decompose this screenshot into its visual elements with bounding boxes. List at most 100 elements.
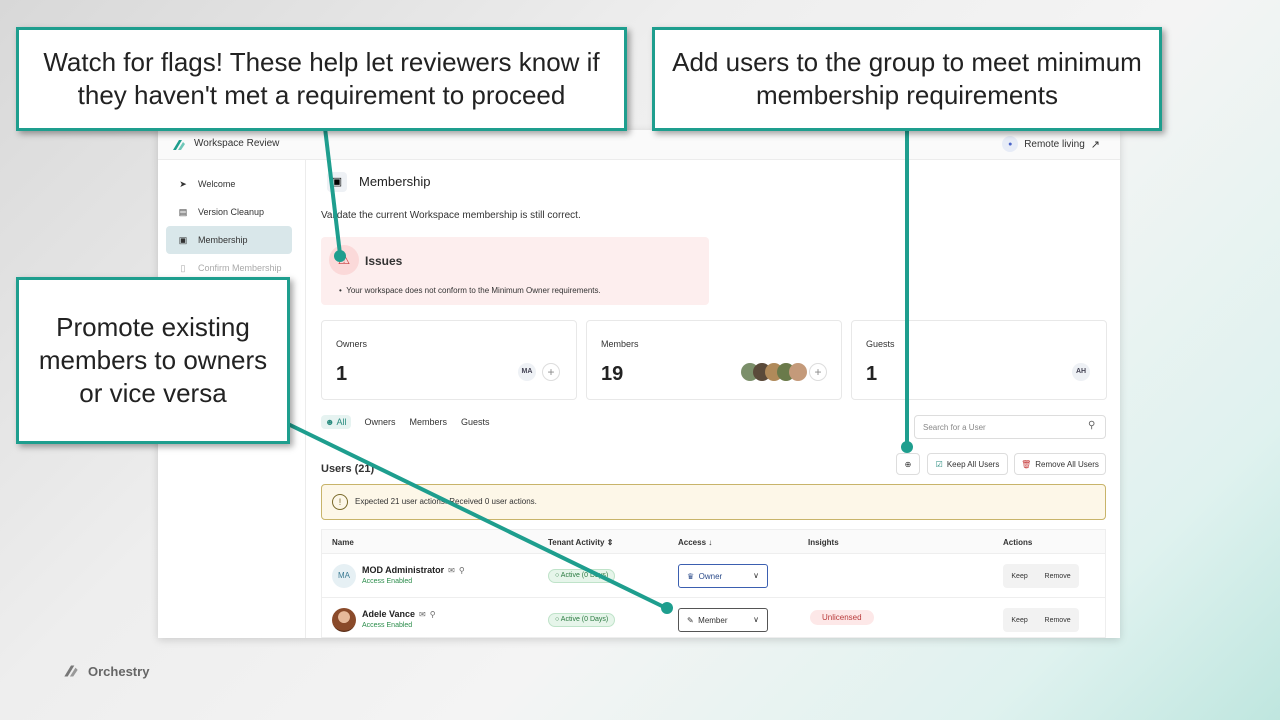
- page-title: Membership: [359, 174, 431, 189]
- crown-icon: ♛: [687, 572, 695, 581]
- workspace-link[interactable]: ● Remote living ↗: [1002, 136, 1100, 152]
- guests-label: Guests: [866, 339, 895, 349]
- search-input[interactable]: Search for a User: [914, 415, 1106, 439]
- filter-all[interactable]: ☻ All: [321, 415, 351, 429]
- keep-button[interactable]: Keep: [1011, 617, 1027, 624]
- keep-all-label: Keep All Users: [946, 459, 1000, 469]
- keep-all-users-button[interactable]: ☑ Keep All Users: [927, 453, 1008, 475]
- access-value: Member: [698, 616, 728, 625]
- column-label: Tenant Activity: [548, 538, 605, 547]
- table-row: Adele Vance ✉ ⚲ Access Enabled ○ Active (0…: [322, 598, 1105, 638]
- activity-text: Active (0 Days): [560, 616, 609, 623]
- app-title: Workspace Review: [194, 138, 280, 149]
- table-header: Name Tenant Activity ⇕ Access ↓ Insights…: [322, 530, 1105, 554]
- chat-icon[interactable]: ⚲: [459, 566, 465, 575]
- warning-text: Expected 21 user actions. Received 0 use…: [355, 497, 537, 506]
- plus-circle-icon: ⊕: [904, 459, 912, 469]
- issue-item-text: Your workspace does not conform to the M…: [346, 286, 601, 295]
- avatar: AH: [1072, 363, 1090, 381]
- column-access[interactable]: Access ↓: [678, 538, 712, 547]
- sidebar-item-label: Welcome: [198, 179, 236, 189]
- avatar: MA: [332, 564, 356, 588]
- users-title: Users (21): [321, 463, 375, 475]
- members-card: Members 19 +: [586, 320, 842, 400]
- person-card-icon: ▣: [327, 172, 347, 192]
- search-icon: ⚲: [1088, 420, 1096, 431]
- activity-text: Active (0 Days): [560, 572, 609, 579]
- table-row: MA MOD Administrator ✉ ⚲ Access Enabled ○ …: [322, 554, 1105, 598]
- remove-button[interactable]: Remove: [1045, 573, 1071, 580]
- owners-count: 1: [336, 363, 348, 385]
- workspace-name: Remote living: [1024, 138, 1085, 150]
- remove-button[interactable]: Remove: [1045, 617, 1071, 624]
- add-member-button[interactable]: +: [809, 363, 827, 381]
- chat-icon[interactable]: ⚲: [430, 610, 436, 619]
- members-label: Members: [601, 339, 639, 349]
- person-card-icon: ▣: [178, 235, 188, 245]
- sidebar-item-label: Membership: [198, 235, 248, 245]
- sidebar-item-version-cleanup[interactable]: ▤ Version Cleanup: [166, 198, 292, 226]
- document-icon: ▤: [178, 207, 188, 217]
- guests-card: Guests 1 AH: [851, 320, 1107, 400]
- chevron-down-icon: ∨: [753, 615, 759, 624]
- owners-label: Owners: [336, 339, 368, 349]
- filter-owners[interactable]: Owners: [365, 417, 396, 429]
- user-name: MOD Administrator ✉ ⚲: [362, 565, 465, 575]
- members-count: 19: [601, 363, 624, 385]
- workspace-review-app: Workspace Review ● Remote living ↗ ➤ Wel…: [158, 130, 1120, 638]
- callout-flags: Watch for flags! These help let reviewer…: [16, 27, 627, 131]
- trash-icon: 🗑: [1021, 459, 1032, 469]
- access-select[interactable]: ✎ Member ∨: [678, 608, 768, 632]
- expected-actions-warning: ! Expected 21 user actions. Received 0 u…: [321, 484, 1106, 520]
- column-label: Access: [678, 538, 707, 547]
- brand-name: Orchestry: [88, 663, 150, 679]
- mail-icon[interactable]: ✉: [419, 610, 426, 619]
- activity-badge: ○ Active (0 Days): [548, 613, 616, 627]
- user-status: Access Enabled: [362, 622, 413, 629]
- workspace-icon: ●: [1002, 136, 1019, 152]
- info-icon: !: [332, 494, 348, 510]
- remove-all-users-button[interactable]: 🗑 Remove All Users: [1014, 453, 1106, 475]
- filter-guests[interactable]: Guests: [461, 417, 490, 429]
- column-tenant-activity[interactable]: Tenant Activity ⇕: [548, 538, 613, 547]
- chevron-down-icon: ∨: [753, 571, 759, 580]
- avatar: MA: [518, 363, 536, 381]
- keep-button[interactable]: Keep: [1011, 573, 1027, 580]
- user-name-text: Adele Vance: [362, 609, 416, 619]
- add-owner-button[interactable]: +: [542, 363, 560, 381]
- add-user-button[interactable]: ⊕: [896, 453, 920, 475]
- checkbox-icon: ☑: [935, 459, 943, 469]
- sidebar-item-welcome[interactable]: ➤ Welcome: [166, 170, 292, 198]
- orchestry-brand: Orchestry: [60, 661, 149, 681]
- sidebar-item-label: Version Cleanup: [198, 207, 265, 217]
- bookmark-icon: ▯: [180, 263, 186, 273]
- access-select[interactable]: ♛ Owner ∨: [678, 564, 768, 588]
- column-name: Name: [332, 538, 354, 547]
- users-icon: ☻: [325, 417, 335, 427]
- top-bar: Workspace Review ● Remote living ↗: [158, 130, 1120, 160]
- guests-count: 1: [866, 363, 878, 385]
- user-status: Access Enabled: [362, 578, 413, 585]
- row-actions: Keep Remove: [1003, 608, 1079, 632]
- mail-icon[interactable]: ✉: [448, 566, 455, 575]
- sidebar-item-label: Confirm Membership: [198, 263, 282, 273]
- avatar: [332, 608, 356, 632]
- issue-item: • Your workspace does not conform to the…: [339, 286, 601, 295]
- user-name: Adele Vance ✉ ⚲: [362, 609, 436, 619]
- person-edit-icon: ✎: [687, 616, 694, 625]
- rocket-icon: ➤: [179, 179, 187, 189]
- remove-all-label: Remove All Users: [1035, 459, 1099, 469]
- callout-add-users: Add users to the group to meet minimum m…: [652, 27, 1162, 131]
- sort-icon: ⇕: [606, 538, 614, 547]
- main-content: ▣ Membership Validate the current Worksp…: [307, 160, 1120, 638]
- sidebar-item-membership[interactable]: ▣ Membership: [166, 226, 292, 254]
- owners-card: Owners 1 MA +: [321, 320, 577, 400]
- activity-badge: ○ Active (0 Days): [548, 569, 616, 583]
- avatar: [789, 363, 807, 381]
- filter-label: All: [336, 417, 347, 427]
- page-subtitle: Validate the current Workspace membershi…: [321, 210, 581, 221]
- user-filter-tabs: ☻ All Owners Members Guests: [321, 415, 490, 429]
- filter-members[interactable]: Members: [410, 417, 448, 429]
- column-actions: Actions: [1003, 538, 1033, 547]
- users-table: Name Tenant Activity ⇕ Access ↓ Insights…: [321, 529, 1106, 638]
